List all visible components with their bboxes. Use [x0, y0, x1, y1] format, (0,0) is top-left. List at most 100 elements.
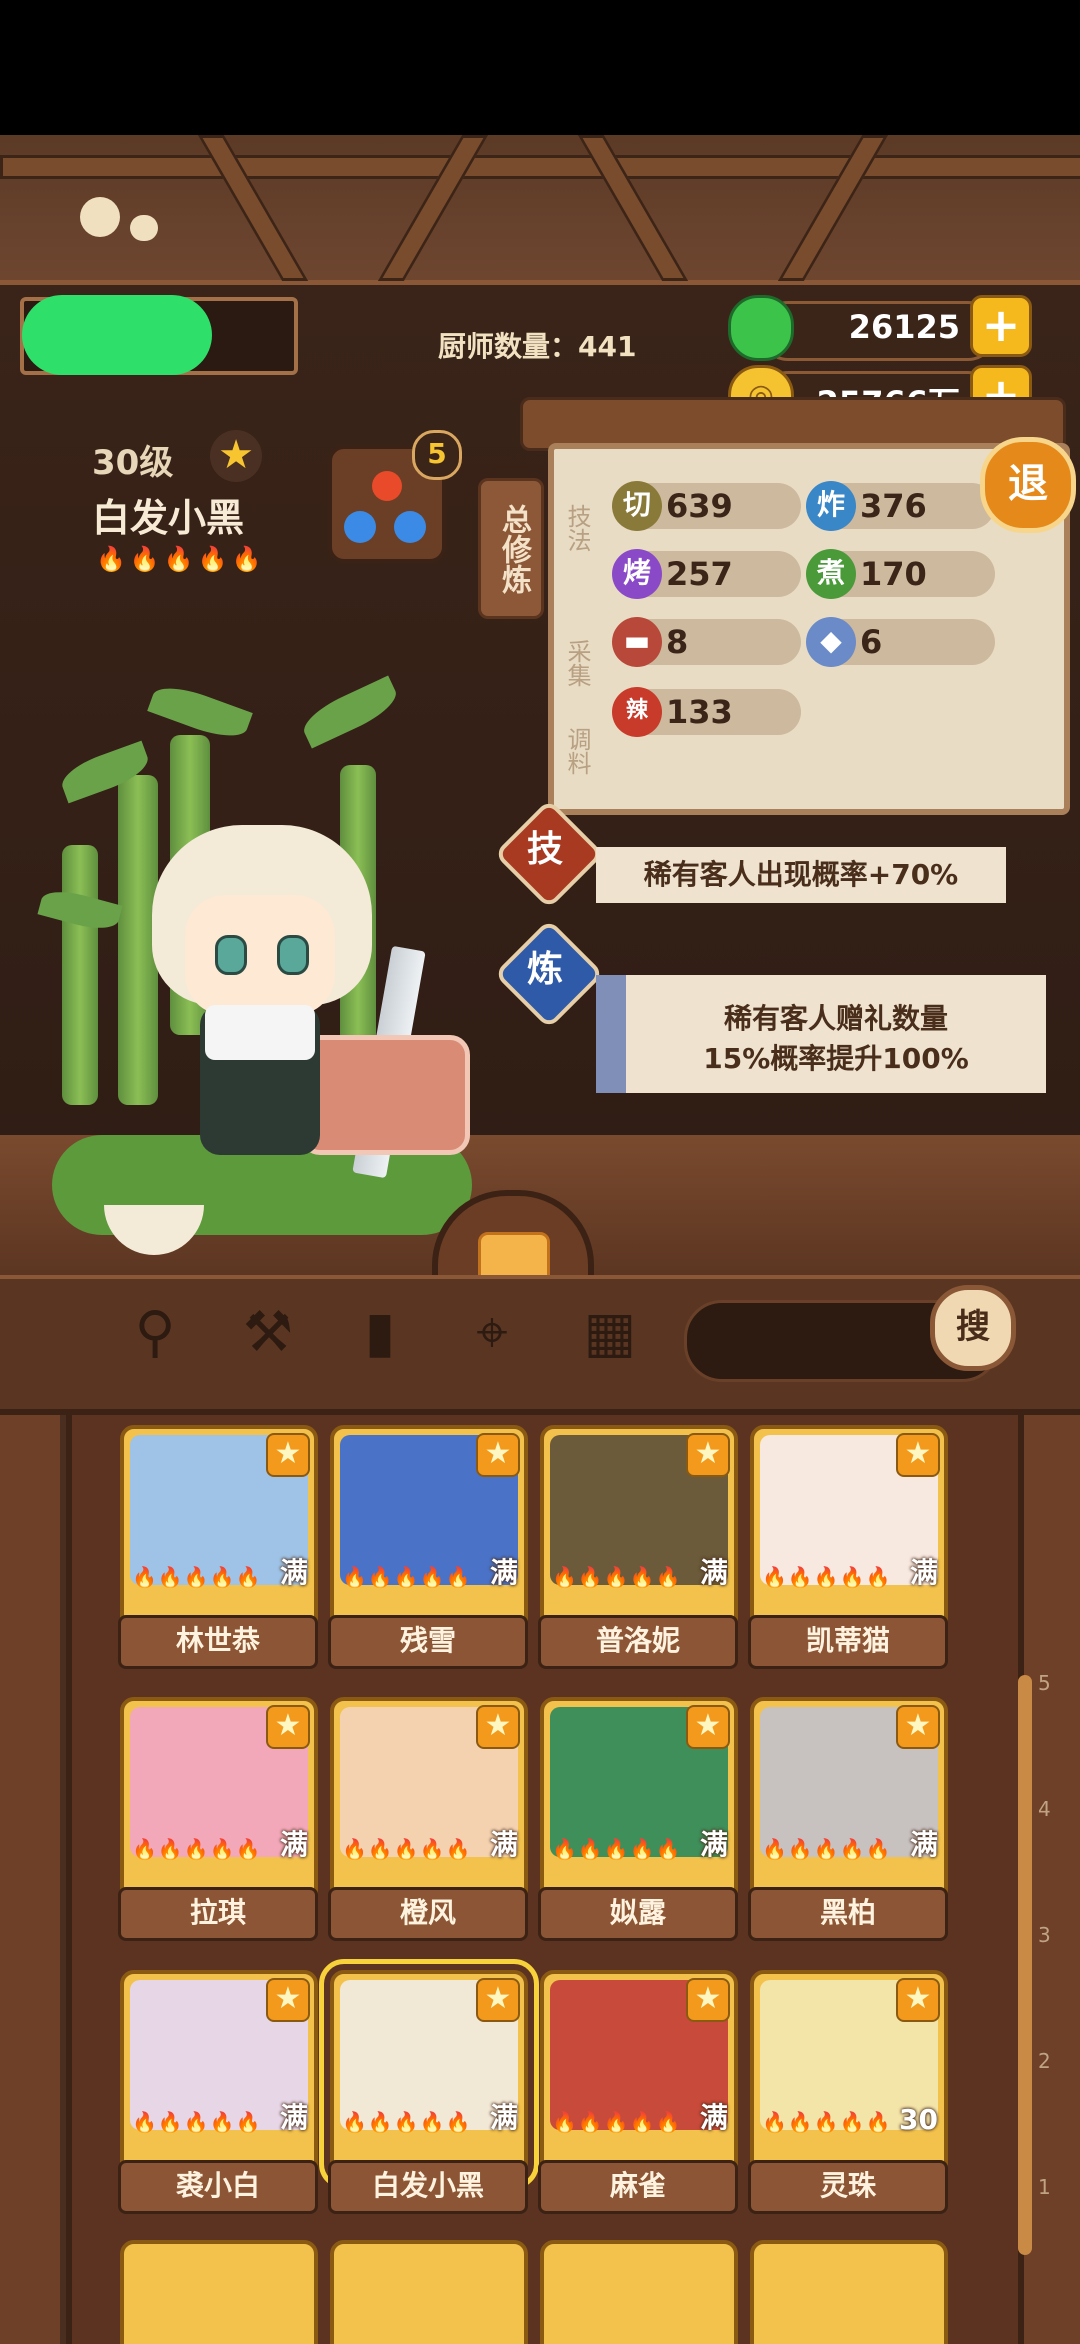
chef-name-plate[interactable]: 姒露 [538, 1887, 738, 1941]
roast-icon: 烤 [612, 549, 662, 599]
chef-card[interactable]: ★ 🔥🔥🔥🔥🔥 满 [330, 1425, 528, 1633]
chef-name-plate[interactable]: 凯蒂猫 [748, 1615, 948, 1669]
stat-cut: 切 639 [612, 481, 801, 531]
chef-name-plate[interactable]: 林世恭 [118, 1615, 318, 1669]
chef-name: 白发小黑 [92, 496, 245, 540]
max-level-badge: 满 [699, 1556, 728, 1589]
chef-card-partial[interactable] [540, 2240, 738, 2344]
star-icon: ★ [686, 1978, 730, 2022]
map-icon[interactable]: ▦ [580, 1303, 640, 1363]
max-level-badge: 满 [699, 2101, 728, 2134]
ceiling-rafters [0, 135, 1080, 290]
gift-line-1: 稀有客人赠礼数量 [626, 975, 1046, 1037]
max-level-badge: 满 [909, 1556, 938, 1589]
add-jade-button[interactable]: + [970, 295, 1032, 357]
chef-card[interactable]: ★ 🔥🔥🔥🔥🔥 30 [750, 1970, 948, 2178]
chef-name-plate[interactable]: 黑柏 [748, 1887, 948, 1941]
chick-decoration [80, 197, 120, 237]
star-icon: ★ [266, 1978, 310, 2022]
max-level-badge: 满 [489, 1556, 518, 1589]
spatula-icon[interactable]: ⚲ [125, 1303, 185, 1363]
stat-boil: 煮 170 [806, 549, 995, 599]
search-button[interactable]: 搜 [930, 1285, 1016, 1371]
star-icon: ★ [266, 1705, 310, 1749]
stat-fish: ◆ 6 [806, 617, 995, 667]
game-scene: 厨师数量：441 26125 + ◎ 25766万 + 30级 ★ 白发小黑 🔥… [0, 135, 1080, 2344]
star-icon: ★ [686, 1705, 730, 1749]
chef-name-plate[interactable]: 灵珠 [748, 2160, 948, 2214]
chef-character-shirt [205, 1005, 315, 1060]
location-pin-icon[interactable]: ⌖ [462, 1303, 522, 1363]
max-level-badge: 30 [899, 2103, 938, 2136]
left-shelf [0, 1415, 60, 2344]
tab-total-training[interactable]: 总修炼 [478, 478, 544, 619]
rank-flames: 🔥🔥🔥🔥🔥 [342, 1837, 472, 1861]
eye [277, 935, 309, 975]
chef-card[interactable]: ★ 🔥🔥🔥🔥🔥 满 [120, 1425, 318, 1633]
gem-count-badge: 5 [412, 430, 462, 480]
chef-name-plate[interactable]: 残雪 [328, 1615, 528, 1669]
star-icon: ★ [210, 430, 262, 482]
exit-button[interactable]: 退 [980, 437, 1076, 533]
meat-icon: ▬ [612, 617, 662, 667]
chef-level: 30级 [92, 443, 174, 483]
gift-line-2: 15%概率提升100% [626, 1037, 1046, 1077]
jar-icon[interactable]: ▮ [350, 1303, 410, 1363]
star-icon: ★ [476, 1705, 520, 1749]
star-icon: ★ [896, 1978, 940, 2022]
redacted-name [22, 295, 212, 375]
rank-flames: 🔥🔥🔥🔥🔥 [762, 1565, 892, 1589]
max-level-badge: 满 [489, 1828, 518, 1861]
max-level-badge: 满 [279, 1556, 308, 1589]
rank-flames: 🔥🔥🔥🔥🔥 [552, 1837, 682, 1861]
chef-card[interactable]: ★ 🔥🔥🔥🔥🔥 满 [540, 1970, 738, 2178]
buff-banner-rare-appear: 稀有客人出现概率+70% [596, 847, 1006, 903]
rank-flames: 🔥🔥🔥🔥🔥 [132, 1837, 262, 1861]
star-icon: ★ [686, 1433, 730, 1477]
fry-icon: 炸 [806, 481, 856, 531]
max-level-badge: 满 [279, 2101, 308, 2134]
section-skill-label: 技法 [563, 504, 591, 552]
blue-gem-icon [394, 511, 426, 543]
red-gem-icon [372, 471, 402, 501]
rank-flames: 🔥🔥🔥🔥🔥 [342, 2110, 472, 2134]
chef-card[interactable]: ★ 🔥🔥🔥🔥🔥 满 [540, 1425, 738, 1633]
chef-card-partial[interactable] [330, 2240, 528, 2344]
jade-icon [728, 295, 794, 361]
cut-icon: 切 [612, 481, 662, 531]
chef-card[interactable]: ★ 🔥🔥🔥🔥🔥 满 [330, 1697, 528, 1905]
chef-name-plate[interactable]: 白发小黑 [328, 2160, 528, 2214]
chef-rank-flames: 🔥🔥🔥🔥🔥 [96, 545, 266, 573]
spicy-icon: 辣 [612, 687, 662, 737]
train-tab-button[interactable]: 炼 [510, 935, 580, 1005]
max-level-badge: 满 [279, 1828, 308, 1861]
max-level-badge: 满 [909, 1828, 938, 1861]
stat-meat: ▬ 8 [612, 617, 801, 667]
stat-fry: 炸 376 [806, 481, 995, 531]
scroll-ruler[interactable] [1018, 1675, 1032, 2255]
rank-flames: 🔥🔥🔥🔥🔥 [132, 1565, 262, 1589]
star-icon: ★ [476, 1978, 520, 2022]
skill-tab-button[interactable]: 技 [510, 815, 580, 885]
star-icon: ★ [476, 1433, 520, 1477]
chef-name-plate[interactable]: 裘小白 [118, 2160, 318, 2214]
chef-card[interactable]: ★ 🔥🔥🔥🔥🔥 满 [120, 1697, 318, 1905]
chef-name-plate[interactable]: 普洛妮 [538, 1615, 738, 1669]
rank-flames: 🔥🔥🔥🔥🔥 [132, 2110, 262, 2134]
chef-card[interactable]: ★ 🔥🔥🔥🔥🔥 满 [750, 1697, 948, 1905]
chef-card[interactable]: ★ 🔥🔥🔥🔥🔥 满 [750, 1425, 948, 1633]
chef-card-partial[interactable] [750, 2240, 948, 2344]
chef-name-plate[interactable]: 麻雀 [538, 2160, 738, 2214]
chef-count: 厨师数量：441 [438, 330, 637, 363]
shovel-icon[interactable]: ⚒ [238, 1303, 298, 1363]
fish-icon: ◆ [806, 617, 856, 667]
max-level-badge: 满 [699, 1828, 728, 1861]
ruler-tick: 5 [1038, 1671, 1051, 1695]
chef-card[interactable]: ★ 🔥🔥🔥🔥🔥 满 [540, 1697, 738, 1905]
chef-card[interactable]: ★ 🔥🔥🔥🔥🔥 满 [319, 1959, 539, 2189]
chef-card-partial[interactable] [120, 2240, 318, 2344]
chef-name-plate[interactable]: 橙风 [328, 1887, 528, 1941]
chef-card[interactable]: ★ 🔥🔥🔥🔥🔥 满 [120, 1970, 318, 2178]
chef-name-plate[interactable]: 拉琪 [118, 1887, 318, 1941]
blue-gem-icon [344, 511, 376, 543]
